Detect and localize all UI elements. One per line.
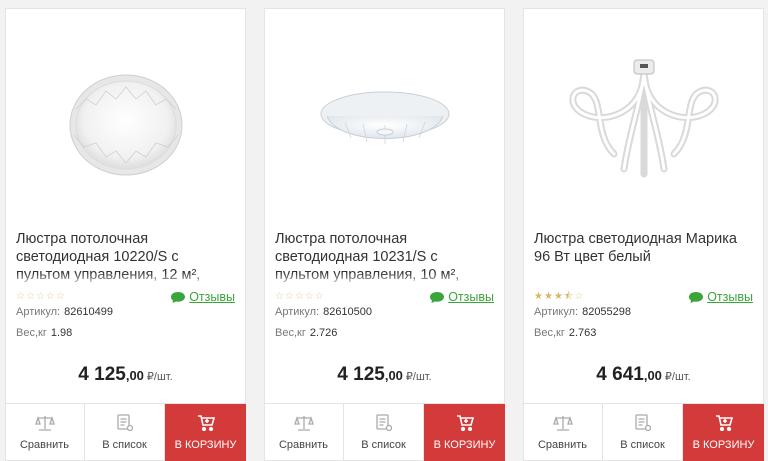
weight-row: Вес,кг 2.763 [534, 327, 597, 339]
speech-bubble-icon [171, 291, 186, 303]
rating-stars: ☆ ☆ ☆ ☆ ☆ [275, 292, 324, 302]
rating-stars: ★ ★ ★ ⯪ ☆ [534, 292, 583, 302]
product-image[interactable] [524, 29, 763, 219]
add-to-cart-button[interactable]: В КОРЗИНУ [683, 404, 764, 461]
rating-stars: ☆ ☆ ☆ ☆ ☆ [16, 292, 65, 302]
star-half-icon: ⯪ [563, 291, 574, 302]
star-icon: ☆ [55, 291, 65, 302]
compare-button[interactable]: Сравнить [523, 404, 603, 461]
product-card: Люстра потолочная светодиодная 10231/S с… [264, 8, 505, 461]
list-icon [634, 414, 651, 431]
article-value: 82055298 [582, 306, 632, 318]
star-icon: ★ [534, 291, 543, 302]
round-ceiling-lamp-icon [69, 74, 182, 176]
add-to-list-button[interactable]: В список [85, 404, 165, 461]
cart-icon [715, 414, 733, 431]
list-icon [375, 414, 392, 431]
speech-bubble-icon [689, 291, 704, 303]
weight-value: 1.98 [50, 327, 73, 339]
scales-icon [293, 415, 314, 431]
star-icon: ☆ [294, 291, 304, 302]
scales-icon [34, 415, 55, 431]
product-image[interactable] [6, 29, 245, 219]
product-card: Люстра потолочная светодиодная 10220/S с… [5, 8, 246, 461]
reviews-link[interactable]: Отзывы [430, 290, 494, 304]
star-icon: ☆ [574, 291, 584, 302]
star-icon: ☆ [314, 291, 324, 302]
price: 4 125,00 ₽/шт. [78, 364, 173, 385]
reviews-link[interactable]: Отзывы [689, 290, 753, 304]
reviews-link[interactable]: Отзывы [171, 290, 235, 304]
article-row: Артикул: 82055298 [534, 306, 632, 318]
add-to-cart-button[interactable]: В КОРЗИНУ [424, 404, 505, 461]
card-actions: Сравнить В список В КОРЗИНУ [264, 403, 505, 461]
add-to-cart-button[interactable]: В КОРЗИНУ [165, 404, 246, 461]
article-row: Артикул: 82610499 [16, 306, 114, 318]
weight-value: 2.726 [309, 327, 338, 339]
compare-button[interactable]: Сравнить [5, 404, 85, 461]
list-icon [116, 414, 133, 431]
speech-bubble-icon [430, 291, 445, 303]
article-value: 82610499 [64, 306, 114, 318]
price: 4 125,00 ₽/шт. [337, 364, 432, 385]
product-card: Люстра светодиодная Марика 96 Вт цвет бе… [523, 8, 764, 461]
cart-icon [456, 414, 474, 431]
flat-ceiling-lamp-icon [320, 91, 449, 144]
reviews-label: Отзывы [707, 290, 753, 304]
card-actions: Сравнить В список В КОРЗИНУ [523, 403, 764, 461]
star-icon: ☆ [16, 291, 25, 302]
add-to-list-button[interactable]: В список [344, 404, 424, 461]
star-icon: ★ [553, 291, 563, 302]
product-image[interactable] [265, 29, 504, 219]
star-icon: ☆ [304, 291, 314, 302]
compare-button[interactable]: Сравнить [264, 404, 344, 461]
product-title[interactable]: Люстра светодиодная Марика 96 Вт цвет бе… [534, 230, 753, 284]
add-to-list-button[interactable]: В список [603, 404, 683, 461]
scales-icon [552, 415, 573, 431]
card-actions: Сравнить В список В КОРЗИНУ [5, 403, 246, 461]
weight-value: 2.763 [568, 327, 597, 339]
weight-row: Вес,кг 2.726 [275, 327, 338, 339]
reviews-label: Отзывы [448, 290, 494, 304]
weight-row: Вес,кг 1.98 [16, 327, 73, 339]
article-value: 82610500 [323, 306, 373, 318]
price: 4 641,00 ₽/шт. [596, 364, 691, 385]
star-icon: ☆ [284, 291, 294, 302]
star-icon: ☆ [45, 291, 55, 302]
spiral-chandelier-icon [568, 59, 719, 178]
cart-icon [197, 414, 215, 431]
star-icon: ☆ [35, 291, 45, 302]
star-icon: ★ [543, 291, 553, 302]
reviews-label: Отзывы [189, 290, 235, 304]
star-icon: ☆ [25, 291, 35, 302]
star-icon: ☆ [275, 291, 284, 302]
article-row: Артикул: 82610500 [275, 306, 373, 318]
